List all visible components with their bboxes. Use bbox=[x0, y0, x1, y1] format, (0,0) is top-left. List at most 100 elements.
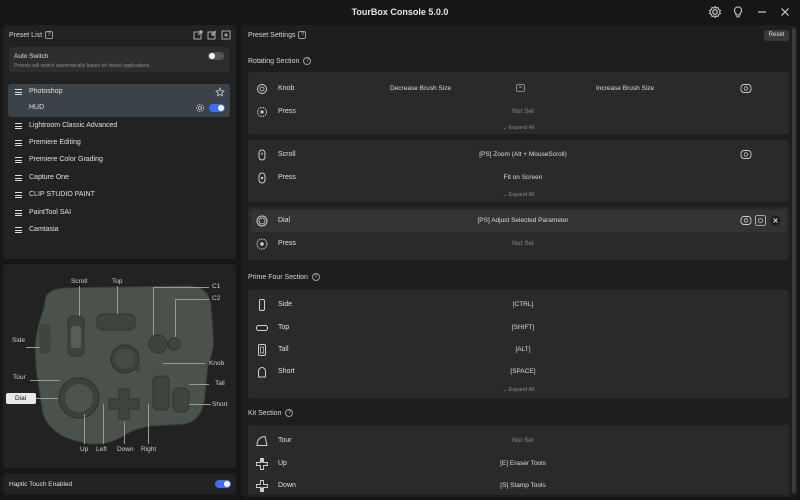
preset-item-capture-one[interactable]: Capture One bbox=[8, 170, 230, 187]
preset-list-title: Preset List bbox=[9, 31, 43, 39]
device-label-scroll[interactable]: Scroll bbox=[71, 278, 87, 285]
scrollbar[interactable] bbox=[792, 28, 796, 493]
device-label-short[interactable]: Short bbox=[212, 401, 228, 408]
row-value[interactable]: [S] Stamp Tools bbox=[378, 482, 668, 489]
expand-all-label: Expand All bbox=[508, 387, 535, 393]
device-label-top[interactable]: Top bbox=[112, 278, 122, 285]
preset-item-premiere-editing[interactable]: Premiere Editing bbox=[8, 135, 230, 152]
haptic-row: Haptic Touch Enabled bbox=[3, 473, 236, 495]
dial-icon bbox=[256, 215, 268, 227]
row-value[interactable]: [E] Eraser Tools bbox=[378, 460, 668, 467]
hud-icon[interactable] bbox=[740, 215, 752, 226]
preset-item-hud[interactable]: HUD bbox=[8, 100, 230, 117]
device-label-tall[interactable]: Tall bbox=[215, 380, 225, 387]
rotating-row-knob[interactable]: Knob Decrease Brush Size = Increase Brus… bbox=[248, 78, 789, 100]
rotating-row-dial[interactable]: Dial [PS] Adjust Selected Parameter bbox=[251, 210, 786, 232]
settings-icon[interactable] bbox=[708, 5, 722, 19]
help-icon[interactable]: ? bbox=[311, 273, 320, 281]
prime-row-tall[interactable]: Tall [ALT] bbox=[248, 339, 789, 361]
help-icon[interactable]: ? bbox=[303, 57, 312, 65]
preset-item-photoshop[interactable]: Photoshop bbox=[8, 84, 230, 101]
preset-item-premiere-color[interactable]: Premiere Color Grading bbox=[8, 152, 230, 169]
drag-handle-icon[interactable] bbox=[15, 89, 22, 95]
device-label-right[interactable]: Right bbox=[141, 446, 156, 453]
row-value[interactable]: Not Set bbox=[378, 108, 668, 115]
knob-left-action[interactable]: Decrease Brush Size bbox=[390, 85, 451, 92]
expand-all-button[interactable]: ⌄ Expand All bbox=[248, 125, 789, 131]
add-preset-icon[interactable] bbox=[221, 30, 231, 40]
kit-row-tour[interactable]: Tour Not Set bbox=[248, 430, 789, 452]
help-icon[interactable]: ? bbox=[298, 31, 307, 39]
drag-handle-icon[interactable] bbox=[15, 175, 22, 181]
rotating-section-title: Rotating Section bbox=[248, 57, 300, 65]
import-icon[interactable] bbox=[207, 30, 217, 40]
preset-item-painttool[interactable]: PaintTool SAI bbox=[8, 205, 230, 222]
preset-item-clip-studio[interactable]: CLIP STUDIO PAINT bbox=[8, 187, 230, 204]
help-icon[interactable]: ? bbox=[285, 409, 294, 417]
device-label-side[interactable]: Side bbox=[12, 337, 25, 344]
kit-row-up[interactable]: Up [E] Eraser Tools bbox=[248, 453, 789, 475]
scroll-icon bbox=[258, 149, 266, 161]
reset-button[interactable]: Reset bbox=[764, 30, 789, 41]
expand-all-button[interactable]: ⌄ Expand All bbox=[248, 192, 789, 198]
remove-icon[interactable] bbox=[770, 215, 781, 226]
knob-right-action[interactable]: Increase Brush Size bbox=[596, 85, 654, 92]
row-value[interactable]: Not Set bbox=[378, 240, 668, 247]
bulb-icon[interactable] bbox=[731, 5, 745, 19]
close-icon[interactable] bbox=[778, 5, 792, 19]
preset-item-lightroom[interactable]: Lightroom Classic Advanced bbox=[8, 118, 230, 135]
drag-handle-icon[interactable] bbox=[15, 227, 22, 233]
haptic-toggle[interactable] bbox=[215, 480, 231, 488]
device-label-knob[interactable]: Knob bbox=[209, 360, 224, 367]
app-title: TourBox Console 5.0.0 bbox=[351, 7, 449, 17]
row-value[interactable]: [SPACE] bbox=[378, 368, 668, 375]
row-value[interactable]: Fit on Screen bbox=[378, 174, 668, 181]
kit-section-header: Kit Section? bbox=[248, 409, 294, 417]
device-label-down[interactable]: Down bbox=[117, 446, 134, 453]
export-icon[interactable] bbox=[193, 30, 203, 40]
rotating-row-scroll[interactable]: Scroll [PS] Zoom (Alt + MouseScroll) bbox=[248, 144, 789, 166]
link-icon[interactable]: = bbox=[516, 84, 525, 92]
expand-all-button[interactable]: ⌄ Expand All bbox=[248, 387, 789, 393]
prime-row-short[interactable]: Short [SPACE] bbox=[248, 361, 789, 383]
device-label-up[interactable]: Up bbox=[80, 446, 88, 453]
rotating-row-dial-press[interactable]: Press Not Set bbox=[248, 233, 789, 255]
drag-handle-icon[interactable] bbox=[15, 123, 22, 129]
help-icon[interactable]: ? bbox=[45, 31, 54, 39]
rotating-row-knob-press[interactable]: Press Not Set bbox=[248, 101, 789, 123]
auto-switch-toggle[interactable] bbox=[208, 52, 224, 60]
preset-label: Camtasia bbox=[29, 226, 59, 233]
gear-icon[interactable] bbox=[195, 103, 205, 113]
row-name: Short bbox=[278, 368, 295, 375]
gear-icon[interactable] bbox=[755, 215, 766, 226]
drag-handle-icon[interactable] bbox=[15, 210, 22, 216]
device-label-tour[interactable]: Tour bbox=[13, 374, 26, 381]
hud-toggle[interactable] bbox=[209, 104, 225, 112]
short-button-icon bbox=[258, 366, 266, 378]
prime-row-side[interactable]: Side [CTRL] bbox=[248, 294, 789, 316]
drag-handle-icon[interactable] bbox=[15, 157, 22, 163]
kit-row-down[interactable]: Down [S] Stamp Tools bbox=[248, 475, 789, 497]
hud-icon[interactable] bbox=[740, 149, 752, 160]
rotating-row-scroll-press[interactable]: Press Fit on Screen bbox=[248, 167, 789, 189]
drag-handle-icon[interactable] bbox=[15, 192, 22, 198]
row-name: Press bbox=[278, 240, 296, 247]
drag-handle-icon[interactable] bbox=[15, 140, 22, 146]
prime-row-top[interactable]: Top [SHIFT] bbox=[248, 317, 789, 339]
row-value[interactable]: [ALT] bbox=[378, 346, 668, 353]
device-label-c2[interactable]: C2 bbox=[212, 295, 220, 302]
hud-icon[interactable] bbox=[740, 83, 752, 94]
minimize-icon[interactable] bbox=[755, 5, 769, 19]
row-value[interactable]: [PS] Adjust Selected Parameter bbox=[378, 217, 668, 224]
device-label-dial[interactable]: Dial bbox=[6, 393, 36, 404]
row-value[interactable]: [SHIFT] bbox=[378, 324, 668, 331]
row-name: Tour bbox=[278, 437, 292, 444]
star-icon[interactable] bbox=[215, 87, 225, 97]
device-label-c1[interactable]: C1 bbox=[212, 283, 220, 290]
tourbox-device-illustration bbox=[34, 285, 214, 445]
row-value[interactable]: [CTRL] bbox=[378, 301, 668, 308]
row-value[interactable]: Not Set bbox=[378, 437, 668, 444]
preset-item-camtasia[interactable]: Camtasia bbox=[8, 222, 230, 239]
device-label-left[interactable]: Left bbox=[96, 446, 107, 453]
row-value[interactable]: [PS] Zoom (Alt + MouseScroll) bbox=[378, 151, 668, 158]
